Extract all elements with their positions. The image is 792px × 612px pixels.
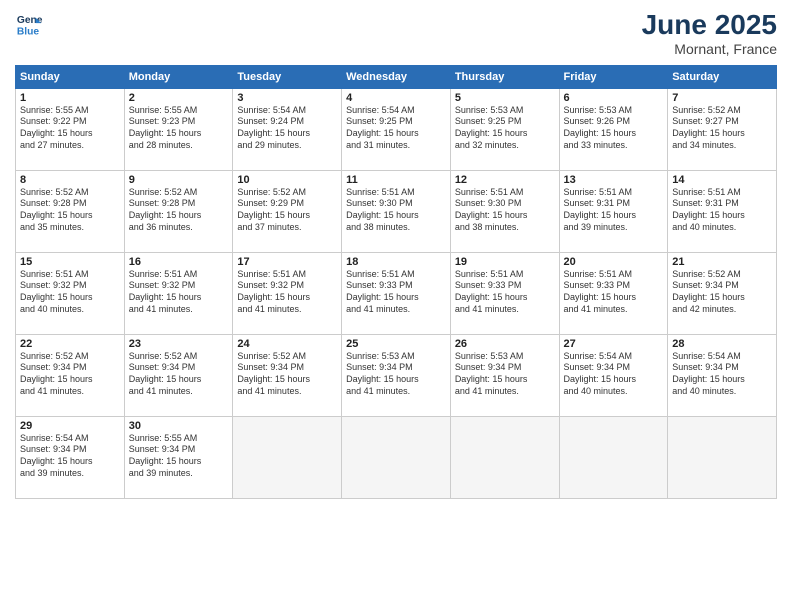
cell-17: 17 Sunrise: 5:51 AMSunset: 9:32 PMDaylig…: [233, 252, 342, 334]
col-saturday: Saturday: [668, 65, 777, 88]
col-thursday: Thursday: [450, 65, 559, 88]
cell-19: 19 Sunrise: 5:51 AMSunset: 9:33 PMDaylig…: [450, 252, 559, 334]
col-sunday: Sunday: [16, 65, 125, 88]
week-row: 22 Sunrise: 5:52 AMSunset: 9:34 PMDaylig…: [16, 334, 777, 416]
header: General Blue June 2025 Mornant, France: [15, 10, 777, 57]
cell-12: 12 Sunrise: 5:51 AMSunset: 9:30 PMDaylig…: [450, 170, 559, 252]
cell-18: 18 Sunrise: 5:51 AMSunset: 9:33 PMDaylig…: [342, 252, 451, 334]
logo-icon: General Blue: [15, 10, 43, 38]
week-row: 1 Sunrise: 5:55 AMSunset: 9:22 PMDayligh…: [16, 88, 777, 170]
page: General Blue June 2025 Mornant, France S…: [0, 0, 792, 612]
cell-24: 24 Sunrise: 5:52 AMSunset: 9:34 PMDaylig…: [233, 334, 342, 416]
cell-5: 5 Sunrise: 5:53 AMSunset: 9:25 PMDayligh…: [450, 88, 559, 170]
col-tuesday: Tuesday: [233, 65, 342, 88]
cell-1: 1 Sunrise: 5:55 AMSunset: 9:22 PMDayligh…: [16, 88, 125, 170]
cell-2: 2 Sunrise: 5:55 AMSunset: 9:23 PMDayligh…: [124, 88, 233, 170]
cell-8: 8 Sunrise: 5:52 AMSunset: 9:28 PMDayligh…: [16, 170, 125, 252]
col-friday: Friday: [559, 65, 668, 88]
week-row: 15 Sunrise: 5:51 AMSunset: 9:32 PMDaylig…: [16, 252, 777, 334]
cell-26: 26 Sunrise: 5:53 AMSunset: 9:34 PMDaylig…: [450, 334, 559, 416]
cell-10: 10 Sunrise: 5:52 AMSunset: 9:29 PMDaylig…: [233, 170, 342, 252]
cell-14: 14 Sunrise: 5:51 AMSunset: 9:31 PMDaylig…: [668, 170, 777, 252]
header-row: Sunday Monday Tuesday Wednesday Thursday…: [16, 65, 777, 88]
cell-25: 25 Sunrise: 5:53 AMSunset: 9:34 PMDaylig…: [342, 334, 451, 416]
cell-29: 29 Sunrise: 5:54 AMSunset: 9:34 PMDaylig…: [16, 416, 125, 498]
cell-20: 20 Sunrise: 5:51 AMSunset: 9:33 PMDaylig…: [559, 252, 668, 334]
cell-6: 6 Sunrise: 5:53 AMSunset: 9:26 PMDayligh…: [559, 88, 668, 170]
cell-4: 4 Sunrise: 5:54 AMSunset: 9:25 PMDayligh…: [342, 88, 451, 170]
cell-23: 23 Sunrise: 5:52 AMSunset: 9:34 PMDaylig…: [124, 334, 233, 416]
col-wednesday: Wednesday: [342, 65, 451, 88]
col-monday: Monday: [124, 65, 233, 88]
cell-9: 9 Sunrise: 5:52 AMSunset: 9:28 PMDayligh…: [124, 170, 233, 252]
cell-21: 21 Sunrise: 5:52 AMSunset: 9:34 PMDaylig…: [668, 252, 777, 334]
cell-empty-4: [559, 416, 668, 498]
cell-30: 30 Sunrise: 5:55 AMSunset: 9:34 PMDaylig…: [124, 416, 233, 498]
calendar-table: Sunday Monday Tuesday Wednesday Thursday…: [15, 65, 777, 499]
logo: General Blue: [15, 10, 43, 38]
cell-28: 28 Sunrise: 5:54 AMSunset: 9:34 PMDaylig…: [668, 334, 777, 416]
svg-text:Blue: Blue: [17, 26, 40, 37]
cell-3: 3 Sunrise: 5:54 AMSunset: 9:24 PMDayligh…: [233, 88, 342, 170]
svg-text:General: General: [17, 15, 43, 26]
cell-16: 16 Sunrise: 5:51 AMSunset: 9:32 PMDaylig…: [124, 252, 233, 334]
cell-empty-3: [450, 416, 559, 498]
week-row: 29 Sunrise: 5:54 AMSunset: 9:34 PMDaylig…: [16, 416, 777, 498]
cell-empty-5: [668, 416, 777, 498]
cell-7: 7 Sunrise: 5:52 AMSunset: 9:27 PMDayligh…: [668, 88, 777, 170]
cell-22: 22 Sunrise: 5:52 AMSunset: 9:34 PMDaylig…: [16, 334, 125, 416]
cell-13: 13 Sunrise: 5:51 AMSunset: 9:31 PMDaylig…: [559, 170, 668, 252]
cell-27: 27 Sunrise: 5:54 AMSunset: 9:34 PMDaylig…: [559, 334, 668, 416]
cell-11: 11 Sunrise: 5:51 AMSunset: 9:30 PMDaylig…: [342, 170, 451, 252]
month-title: June 2025: [642, 10, 777, 41]
cell-empty-2: [342, 416, 451, 498]
cell-empty-1: [233, 416, 342, 498]
week-row: 8 Sunrise: 5:52 AMSunset: 9:28 PMDayligh…: [16, 170, 777, 252]
cell-15: 15 Sunrise: 5:51 AMSunset: 9:32 PMDaylig…: [16, 252, 125, 334]
location: Mornant, France: [642, 41, 777, 57]
title-block: June 2025 Mornant, France: [642, 10, 777, 57]
